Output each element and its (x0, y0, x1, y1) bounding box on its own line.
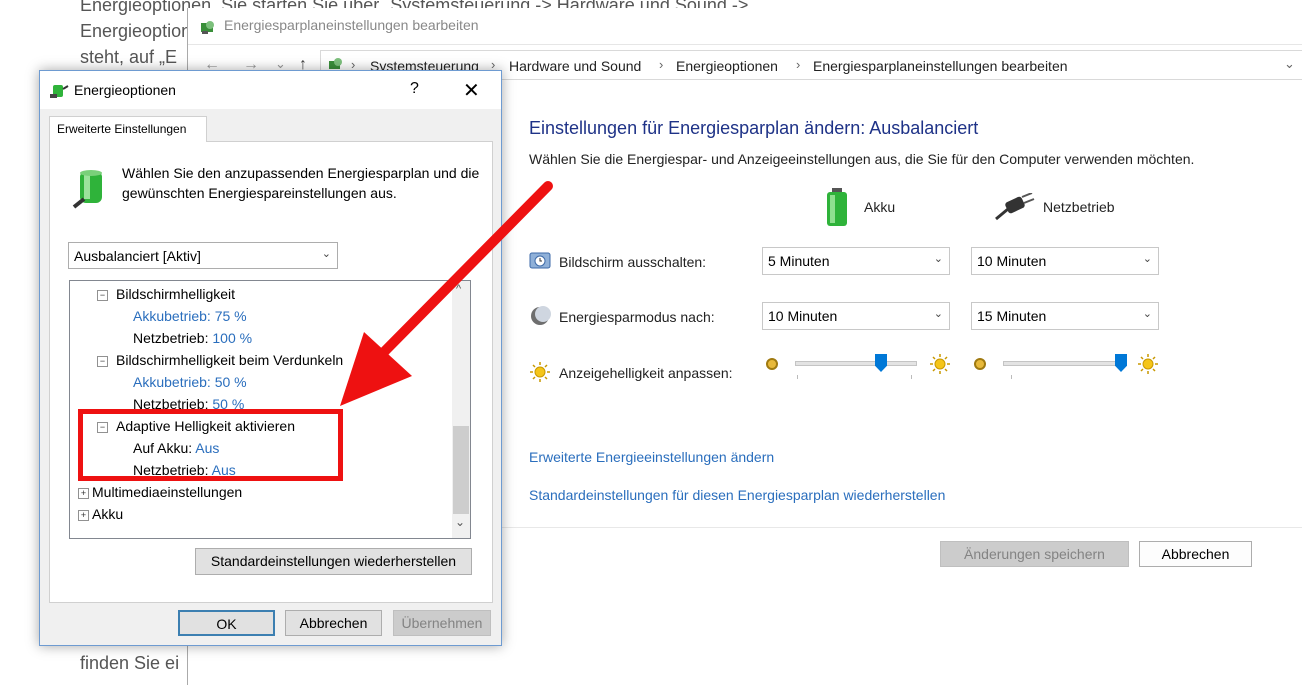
chevron-right-icon: › (659, 57, 664, 72)
restore-defaults-link[interactable]: Standardeinstellungen für diesen Energie… (529, 487, 945, 503)
tree-item-dim-battery[interactable]: Akkubetrieb: 50 % (133, 374, 247, 390)
slider-track (1003, 361, 1125, 366)
slider-tick (911, 375, 912, 379)
column-header-power: Netzbetrieb (1043, 199, 1115, 215)
slider-tick (1011, 375, 1012, 379)
highlight-box (78, 409, 343, 481)
cancel-button[interactable]: Abbrechen (1139, 541, 1252, 567)
bright-sun-icon (1138, 354, 1158, 374)
power-plug-icon (995, 193, 1035, 221)
chevron-down-icon: ⌄ (933, 308, 943, 320)
plan-select-value: Ausbalanciert [Aktiv] (74, 248, 201, 264)
scrollbar-thumb[interactable] (453, 426, 469, 514)
slider-track (795, 361, 917, 366)
slider-thumb[interactable] (1115, 354, 1127, 372)
battery-plug-icon (72, 170, 102, 209)
help-button[interactable]: ? (410, 80, 419, 98)
display-off-power-select[interactable]: 10 Minuten ⌄ (971, 247, 1159, 275)
breadcrumb-hardware-und-sound[interactable]: Hardware und Sound (509, 58, 641, 74)
expand-icon[interactable]: + (78, 488, 89, 499)
tree-item-brightness[interactable]: − Bildschirmhelligkeit (97, 286, 235, 302)
chevron-down-icon: ⌄ (1142, 308, 1152, 320)
dialog-titlebar: Energieoptionen ? ✕ (40, 71, 501, 109)
expand-icon[interactable]: + (78, 510, 89, 521)
brightness-power-slider[interactable] (1003, 354, 1127, 384)
battery-icon (827, 188, 847, 226)
tree-item-battery[interactable]: + Akku (78, 506, 123, 522)
chevron-down-icon[interactable]: ⌄ (455, 515, 465, 529)
tree-item-dim[interactable]: − Bildschirmhelligkeit beim Verdunkeln (97, 352, 343, 368)
sleep-power-value: 15 Minuten (977, 308, 1047, 324)
slider-tick (797, 375, 798, 379)
advanced-settings-link[interactable]: Erweiterte Energieeinstellungen ändern (529, 449, 774, 465)
sleep-battery-select[interactable]: 10 Minuten ⌄ (762, 302, 950, 330)
tree-item-brightness-power[interactable]: Netzbetrieb: 100 % (133, 330, 252, 346)
dim-sun-icon (974, 358, 986, 370)
footer-divider (498, 527, 1302, 528)
tab-advanced-settings[interactable]: Erweiterte Einstellungen (49, 116, 207, 142)
chevron-down-icon[interactable]: ⌄ (1284, 56, 1295, 72)
brightness-label: Anzeigehelligkeit anpassen: (559, 365, 733, 381)
window-title: Energiesparplaneinstellungen bearbeiten (224, 17, 479, 33)
chevron-down-icon: ⌄ (933, 253, 943, 265)
sleep-battery-value: 10 Minuten (768, 308, 838, 324)
bright-sun-icon (930, 354, 950, 374)
dialog-title: Energieoptionen (74, 82, 176, 98)
ok-button[interactable]: OK (178, 610, 275, 636)
control-panel-icon (201, 21, 214, 34)
page-title: Einstellungen für Energiesparplan ändern… (529, 118, 979, 138)
save-changes-button[interactable]: Änderungen speichern (940, 541, 1129, 567)
slider-thumb[interactable] (875, 354, 887, 372)
column-header-battery: Akku (864, 199, 896, 215)
collapse-icon[interactable]: − (97, 290, 108, 301)
display-off-battery-value: 5 Minuten (768, 253, 830, 269)
breadcrumb-energieoptionen[interactable]: Energieoptionen (676, 58, 778, 74)
display-off-battery-select[interactable]: 5 Minuten ⌄ (762, 247, 950, 275)
close-icon[interactable]: ✕ (463, 78, 480, 103)
power-options-icon (50, 85, 69, 98)
apply-button[interactable]: Übernehmen (393, 610, 491, 636)
tree-item-multimedia[interactable]: + Multimediaeinstellungen (78, 484, 242, 500)
red-arrow-annotation (340, 181, 553, 406)
brightness-battery-slider[interactable] (795, 354, 917, 384)
page-description: Wählen Sie die Energiespar- und Anzeigee… (529, 151, 1195, 167)
restore-defaults-button[interactable]: Standardeinstellungen wiederherstellen (195, 548, 472, 575)
plan-select[interactable]: Ausbalanciert [Aktiv] ⌄ (68, 242, 338, 269)
chevron-down-icon: ⌄ (1142, 253, 1152, 265)
dialog-cancel-button[interactable]: Abbrechen (285, 610, 382, 636)
dim-sun-icon (766, 358, 778, 370)
sleep-power-select[interactable]: 15 Minuten ⌄ (971, 302, 1159, 330)
display-off-label: Bildschirm ausschalten: (559, 254, 707, 270)
chevron-right-icon: › (796, 57, 801, 72)
breadcrumb-current[interactable]: Energiesparplaneinstellungen bearbeiten (813, 58, 1068, 74)
window-titlebar: Energiesparplaneinstellungen bearbeiten (188, 8, 1302, 45)
sleep-label: Energiesparmodus nach: (559, 309, 715, 325)
tree-item-brightness-battery[interactable]: Akkubetrieb: 75 % (133, 308, 247, 324)
display-off-power-value: 10 Minuten (977, 253, 1047, 269)
article-line-bottom: finden Sie ei (80, 653, 180, 673)
collapse-icon[interactable]: − (97, 356, 108, 367)
